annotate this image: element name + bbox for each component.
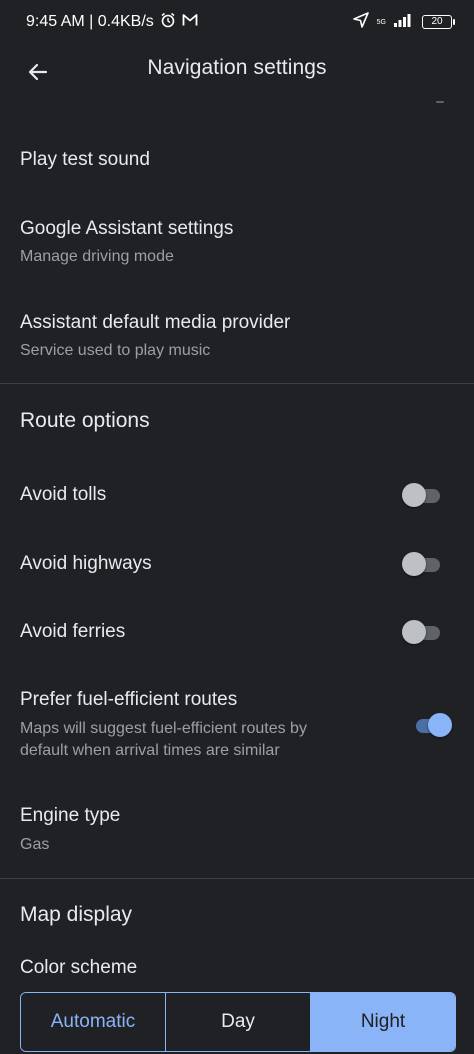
page-title: Navigation settings (147, 56, 327, 79)
toggle-thumb (402, 620, 426, 644)
section-divider (0, 383, 474, 384)
status-right: 5G 20 (352, 11, 455, 33)
color-scheme-label: Color scheme (20, 957, 138, 978)
toggle-thumb (428, 713, 452, 737)
battery-level: 20 (431, 16, 443, 27)
network-type-label: 5G (376, 18, 386, 26)
color-scheme-night[interactable]: Night (310, 993, 455, 1051)
section-divider (0, 878, 474, 879)
avoid-tolls-toggle[interactable] (402, 483, 442, 507)
status-bar: 9:45 AM | 0.4KB/s 5G 20 (0, 0, 474, 44)
avoid-ferries-label: Avoid ferries (20, 621, 126, 642)
route-options-header: Route options (20, 409, 150, 432)
play-test-sound-row[interactable]: Play test sound (0, 135, 474, 185)
signal-bars-icon (394, 13, 414, 32)
avoid-tolls-row[interactable]: Avoid tolls (0, 470, 474, 520)
play-test-sound-label: Play test sound (20, 149, 150, 170)
avoid-tolls-label: Avoid tolls (20, 484, 107, 505)
assistant-media-provider-subtitle: Service used to play music (20, 342, 211, 359)
fuel-efficient-routes-subtitle-line1: Maps will suggest fuel-efficient routes … (20, 720, 307, 737)
fuel-efficient-routes-row[interactable]: Prefer fuel-efficient routes Maps will s… (0, 676, 474, 768)
google-assistant-settings-row[interactable]: Google Assistant settings Manage driving… (0, 205, 474, 275)
assistant-media-provider-label: Assistant default media provider (20, 312, 291, 333)
status-time-speed: 9:45 AM | 0.4KB/s (26, 13, 154, 30)
color-scheme-selector: Automatic Day Night (20, 992, 456, 1052)
fuel-efficient-routes-label: Prefer fuel-efficient routes (20, 689, 238, 710)
color-scheme-automatic[interactable]: Automatic (21, 993, 165, 1051)
engine-type-value: Gas (20, 836, 50, 853)
color-scheme-day[interactable]: Day (165, 993, 310, 1051)
toggle-thumb (402, 483, 426, 507)
engine-type-row[interactable]: Engine type Gas (0, 792, 474, 862)
status-left: 9:45 AM | 0.4KB/s (26, 12, 198, 33)
engine-type-label: Engine type (20, 805, 121, 826)
scroll-remnant (436, 101, 444, 103)
fuel-efficient-routes-subtitle-line2: default when arrival times are similar (20, 742, 280, 759)
google-assistant-settings-label: Google Assistant settings (20, 218, 234, 239)
battery-icon: 20 (422, 15, 455, 29)
alarm-clock-icon (160, 12, 176, 33)
avoid-ferries-row[interactable]: Avoid ferries (0, 607, 474, 657)
avoid-highways-label: Avoid highways (20, 553, 152, 574)
location-arrow-icon (352, 11, 369, 33)
google-assistant-settings-subtitle: Manage driving mode (20, 248, 174, 265)
avoid-highways-toggle[interactable] (402, 552, 442, 576)
toggle-thumb (402, 552, 426, 576)
assistant-media-provider-row[interactable]: Assistant default media provider Service… (0, 300, 474, 370)
avoid-highways-row[interactable]: Avoid highways (0, 539, 474, 589)
map-display-header: Map display (20, 903, 133, 926)
gmail-icon (182, 13, 198, 32)
top-app-bar: Navigation settings (0, 44, 474, 96)
avoid-ferries-toggle[interactable] (402, 620, 442, 644)
navigation-settings-screen: 9:45 AM | 0.4KB/s 5G 20 Navigation setti… (0, 0, 474, 1054)
fuel-efficient-routes-toggle[interactable] (412, 713, 452, 737)
